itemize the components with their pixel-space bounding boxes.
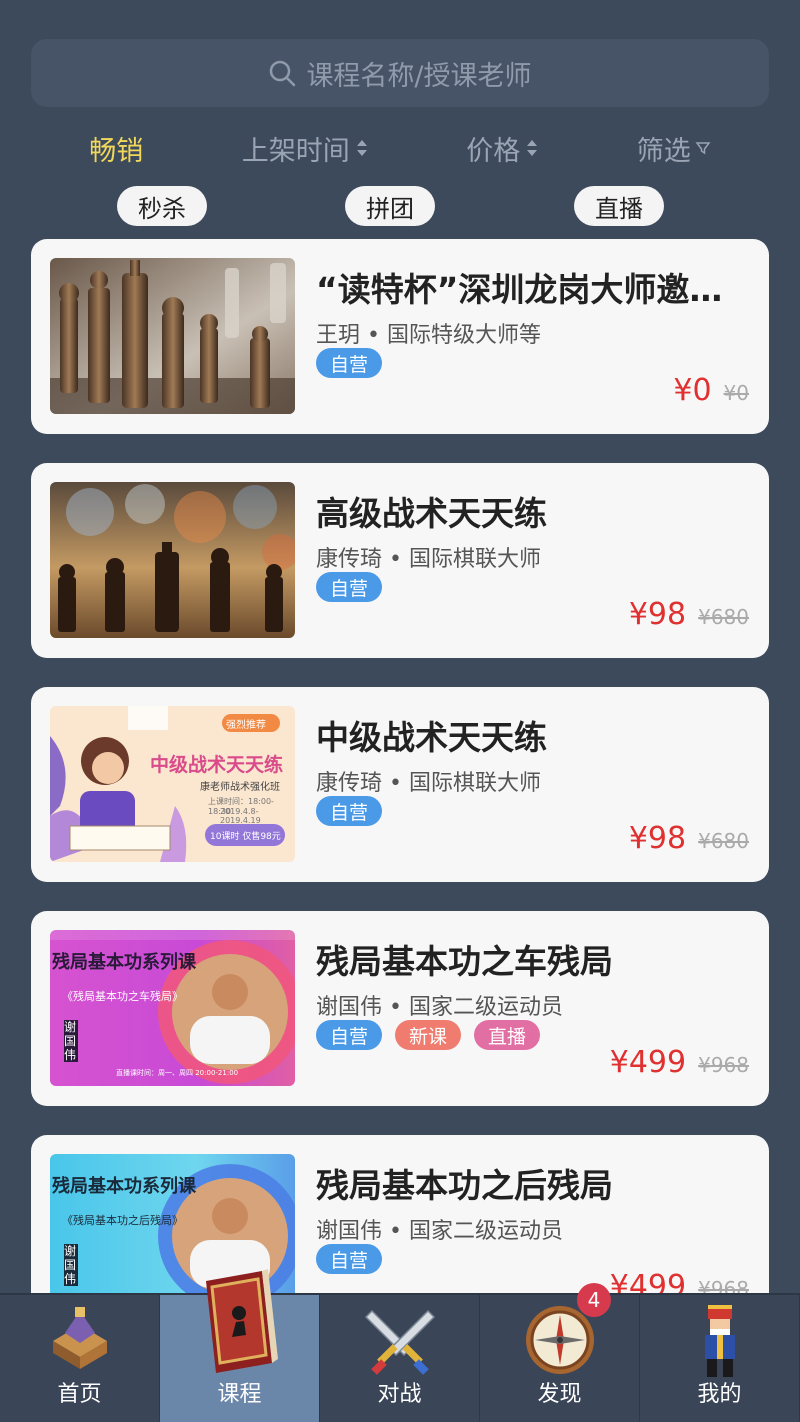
course-title: 残局基本功之车残局 [316, 942, 613, 981]
course-teacher: 王玥 • 国际特级大师等 [316, 323, 541, 348]
sort-listing-time[interactable]: 上架时间 [242, 129, 368, 168]
thumb-offer: 10课时 仅售98元 [210, 832, 281, 842]
thumb-book-title: 《残局基本功之后残局》 [62, 1214, 183, 1227]
thumb-teacher-name: 谢国伟 [64, 1020, 78, 1062]
bottom-tab-bar: 首页 课程 对战 4 发现 我的 [0, 1269, 800, 1422]
course-original-price: ¥968 [698, 1053, 749, 1077]
course-card[interactable]: 强烈推荐 中级战术天天练 康老师战术强化班 上课时间：18:00-18:30 2… [31, 687, 769, 882]
thumb-tag: 强烈推荐 [226, 720, 266, 731]
notification-badge: 4 [577, 1283, 611, 1317]
nutcracker-icon [704, 1305, 735, 1377]
tab-label: 课程 [217, 1382, 262, 1407]
filter-button[interactable]: 筛选 [637, 129, 711, 168]
course-title: “读特杯”深圳龙岗大师邀… [316, 270, 723, 309]
filter-chip-group-buy[interactable]: 拼团 [345, 186, 435, 226]
book-icon [205, 1269, 278, 1373]
course-card[interactable]: 高级战术天天练 康传琦 • 国际棋联大师 自营 ¥98 ¥680 [31, 463, 769, 658]
course-original-price: ¥680 [698, 605, 749, 629]
course-title: 中级战术天天练 [316, 718, 547, 757]
search-icon [270, 60, 296, 87]
thumb-series-title: 残局基本功系列课 [52, 1176, 196, 1197]
thumb-book-title: 《残局基本功之车残局》 [62, 990, 183, 1003]
thumb-headline: 中级战术天天练 [150, 754, 284, 776]
tab-battle[interactable]: 对战 [320, 1295, 480, 1422]
filter-funnel-icon [695, 142, 711, 155]
sort-bar: 畅销 上架时间 价格 筛选 [0, 122, 800, 174]
course-original-price: ¥680 [698, 829, 749, 853]
course-price-group: ¥98 ¥680 [629, 821, 749, 856]
course-price: ¥499 [609, 1045, 687, 1080]
course-price: ¥98 [628, 597, 687, 632]
badge-self-operated: 自营 [316, 348, 383, 378]
tab-courses[interactable]: 课程 [160, 1269, 320, 1422]
tab-label: 发现 [537, 1382, 582, 1407]
course-price: ¥0 [673, 373, 712, 408]
course-teacher: 康传琦 • 国际棋联大师 [316, 771, 541, 796]
course-card[interactable]: 残局基本功系列课 《残局基本功之后残局》 谢国伟 残局基本功之后残局 谢国伟 •… [31, 1135, 769, 1293]
course-thumbnail-chess-pieces [50, 258, 295, 414]
badge-self-operated: 自营 [316, 572, 383, 602]
course-original-price: ¥0 [723, 381, 749, 405]
castle-icon [52, 1307, 107, 1369]
tab-me[interactable]: 我的 [640, 1295, 800, 1422]
course-price-group: ¥98 ¥680 [629, 597, 749, 632]
course-badges: 自营 新课 直播 [316, 1020, 541, 1050]
course-original-price: ¥968 [698, 1277, 749, 1293]
sort-arrows-icon [356, 138, 368, 158]
course-price: ¥499 [609, 1269, 687, 1293]
tab-discover[interactable]: 4 发现 [480, 1283, 640, 1422]
course-list: “读特杯”深圳龙岗大师邀… 王玥 • 国际特级大师等 自营 ¥0 ¥0 高级战术… [31, 239, 769, 1293]
thumb-dates: 2019.4.8-2019.4.19 [220, 807, 261, 825]
course-badges: 自营 [316, 348, 383, 378]
tab-home[interactable]: 首页 [0, 1295, 160, 1422]
course-price-group: ¥499 ¥968 [610, 1269, 749, 1293]
course-title: 残局基本功之后残局 [316, 1166, 613, 1205]
course-teacher: 谢国伟 • 国家二级运动员 [316, 1219, 563, 1244]
course-title: 高级战术天天练 [316, 494, 547, 533]
filter-chip-flash-sale[interactable]: 秒杀 [117, 186, 207, 226]
course-price-group: ¥0 ¥0 [673, 373, 749, 408]
swords-icon [364, 1309, 435, 1375]
thumb-subheading: 康老师战术强化班 [200, 782, 280, 793]
sort-price[interactable]: 价格 [466, 129, 538, 168]
search-placeholder: 课程名称/授课老师 [306, 60, 532, 92]
course-thumbnail-rook-endgame: 残局基本功系列课 《残局基本功之车残局》 谢国伟 直播课时间：周一、周四 20:… [50, 930, 295, 1086]
course-badges: 自营 [316, 796, 383, 826]
course-card[interactable]: “读特杯”深圳龙岗大师邀… 王玥 • 国际特级大师等 自营 ¥0 ¥0 [31, 239, 769, 434]
tab-label: 首页 [57, 1382, 102, 1407]
course-card[interactable]: 残局基本功系列课 《残局基本功之车残局》 谢国伟 直播课时间：周一、周四 20:… [31, 911, 769, 1106]
sort-arrows-icon [526, 138, 538, 158]
course-teacher: 谢国伟 • 国家二级运动员 [316, 995, 563, 1020]
badge-live: 直播 [474, 1020, 541, 1050]
course-thumbnail-chess-bokeh [50, 482, 295, 638]
search-input[interactable]: 课程名称/授课老师 [31, 39, 769, 107]
badge-new-course: 新课 [395, 1020, 462, 1050]
filter-chip-live[interactable]: 直播 [574, 186, 664, 226]
tab-label: 我的 [697, 1382, 742, 1407]
thumb-teacher-name: 谢国伟 [64, 1244, 78, 1286]
thumb-series-title: 残局基本功系列课 [52, 952, 196, 973]
badge-self-operated: 自营 [316, 1244, 383, 1274]
course-price-group: ¥499 ¥968 [610, 1045, 749, 1080]
course-price: ¥98 [628, 821, 687, 856]
course-teacher: 康传琦 • 国际棋联大师 [316, 547, 541, 572]
course-badges: 自营 [316, 572, 383, 602]
tab-label: 对战 [377, 1382, 422, 1407]
badge-self-operated: 自营 [316, 796, 383, 826]
course-thumbnail-illustration: 强烈推荐 中级战术天天练 康老师战术强化班 上课时间：18:00-18:30 2… [50, 706, 295, 862]
badge-self-operated: 自营 [316, 1020, 383, 1050]
course-badges: 自营 [316, 1244, 383, 1274]
sort-bestselling[interactable]: 畅销 [89, 129, 143, 168]
thumb-schedule: 直播课时间：周一、周四 20:00-21:00 [116, 1069, 239, 1077]
